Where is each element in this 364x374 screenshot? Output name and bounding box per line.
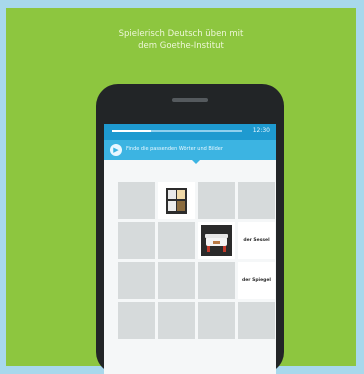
promo-headline: Spielerisch Deutsch üben mit dem Goethe-… — [6, 28, 356, 52]
memory-card[interactable] — [198, 262, 235, 299]
speaker-icon[interactable]: ▶ — [110, 144, 122, 156]
memory-card[interactable] — [198, 222, 235, 259]
promo-headline-line-2: dem Goethe-Institut — [138, 41, 224, 51]
memory-card[interactable] — [198, 302, 235, 339]
phone-speaker — [172, 98, 208, 102]
card-word: der Sessel — [243, 237, 270, 243]
memory-card[interactable] — [158, 222, 195, 259]
progress-bar — [112, 130, 242, 132]
instruction-banner: ▶ Finde die passenden Wörter und Bilder — [104, 140, 276, 160]
phone-frame: 12:30 ▶ Finde die passenden Wörter und B… — [96, 84, 284, 374]
memory-card[interactable] — [118, 262, 155, 299]
memory-card[interactable] — [158, 302, 195, 339]
memory-card[interactable] — [238, 182, 275, 219]
status-bar: 12:30 — [104, 124, 276, 140]
progress-fill — [112, 130, 151, 132]
memory-card[interactable] — [118, 182, 155, 219]
banner-pointer — [192, 160, 200, 164]
promo-panel: Spielerisch Deutsch üben mit dem Goethe-… — [6, 8, 356, 374]
memory-card-grid: der Sessel der Spiegel — [118, 182, 276, 342]
memory-card[interactable]: der Spiegel — [238, 262, 275, 299]
promo-headline-line-1: Spielerisch Deutsch üben mit — [118, 29, 244, 39]
memory-card[interactable] — [238, 302, 275, 339]
app-screen: 12:30 ▶ Finde die passenden Wörter und B… — [104, 124, 276, 374]
memory-card[interactable]: der Sessel — [238, 222, 275, 259]
status-time: 12:30 — [252, 127, 270, 134]
memory-card[interactable] — [118, 302, 155, 339]
memory-card[interactable] — [198, 182, 235, 219]
memory-card[interactable] — [118, 222, 155, 259]
memory-card[interactable] — [158, 182, 195, 219]
memory-card[interactable] — [158, 262, 195, 299]
instruction-text: Finde die passenden Wörter und Bilder — [126, 146, 223, 152]
sofa-icon — [201, 225, 232, 256]
card-word: der Spiegel — [242, 277, 271, 283]
bookshelf-icon — [161, 185, 192, 216]
